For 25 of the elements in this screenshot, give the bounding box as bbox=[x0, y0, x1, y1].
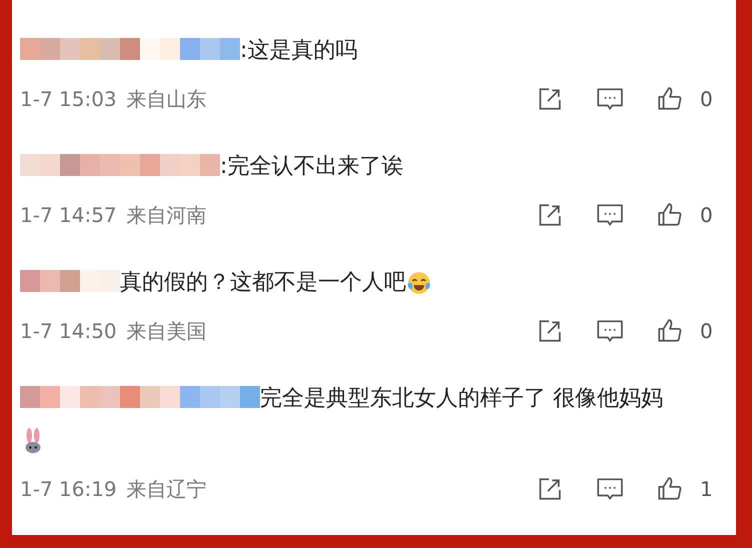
comment-text: :这是真的吗 bbox=[240, 38, 358, 63]
thumbs-up-icon[interactable] bbox=[656, 476, 684, 502]
comment-time: 1-7 16:19 bbox=[20, 477, 117, 501]
comment-location: 来自美国 bbox=[126, 318, 207, 344]
comment-location: 来自山东 bbox=[126, 86, 207, 112]
like-count: 0 bbox=[700, 87, 714, 111]
comment-location: 来自辽宁 bbox=[126, 476, 207, 502]
comment-time: 1-7 14:50 bbox=[20, 319, 117, 343]
laughing-emoji-icon bbox=[406, 270, 432, 296]
comment-icon[interactable] bbox=[596, 318, 624, 344]
thumbs-up-icon[interactable] bbox=[656, 202, 684, 228]
comment-location: 来自河南 bbox=[126, 202, 207, 228]
comment-icon[interactable] bbox=[596, 476, 624, 502]
thumbs-up-icon[interactable] bbox=[656, 318, 684, 344]
like-count: 0 bbox=[700, 203, 714, 227]
comment-text: 完全是典型东北女人的样子了 很像他妈妈 bbox=[260, 386, 663, 411]
comment-text: 真的假的？这都不是一个人吧 bbox=[120, 270, 406, 295]
comment-icon[interactable] bbox=[596, 86, 624, 112]
comment-time: 1-7 14:57 bbox=[20, 203, 117, 227]
comment-time: 1-7 15:03 bbox=[20, 87, 117, 111]
comment-icon[interactable] bbox=[596, 202, 624, 228]
like-count: 1 bbox=[700, 477, 714, 501]
like-count: 0 bbox=[700, 319, 714, 343]
thumbs-up-icon[interactable] bbox=[656, 86, 684, 112]
comment-text: :完全认不出来了诶 bbox=[220, 154, 404, 179]
